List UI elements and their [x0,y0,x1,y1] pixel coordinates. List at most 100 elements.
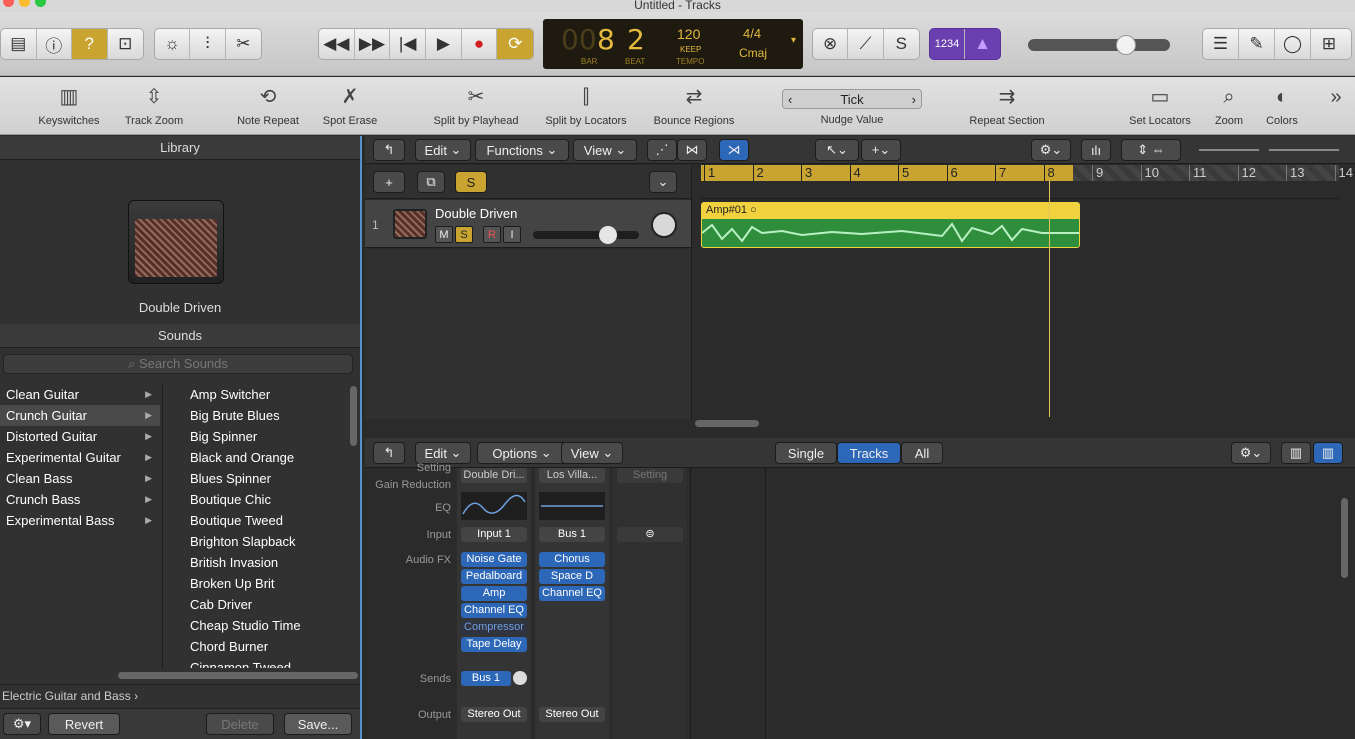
chevron-down-icon[interactable]: ▾ [791,35,796,46]
library-path[interactable]: Electric Guitar and Bass › [0,684,360,706]
tracks-tab[interactable]: Tracks [837,442,901,464]
crosshair-tool-icon[interactable]: +⌄ [861,139,901,161]
replace-icon[interactable]: ⊗ [813,29,849,59]
search-input[interactable]: ⌕ Search Sounds [3,354,353,374]
browsers-icon[interactable]: ⊞ [1311,29,1347,59]
lcd-display[interactable]: 00 8 2 BAR BEAT 120 KEEP TEMPO 4/4 Cmaj … [543,19,803,69]
repeat-section-tool[interactable]: ⇉ Repeat Section [962,83,1052,127]
fit-icon[interactable]: ⇕ ⇔ [1121,139,1181,161]
fx-slot[interactable]: Space D [539,569,605,584]
pan-knob[interactable] [651,212,677,238]
record-icon[interactable]: ● [462,29,498,59]
category-item[interactable]: Experimental Guitar ▶ [0,447,160,468]
sound-item[interactable]: British Invasion [184,552,344,573]
zoom-tool[interactable]: ⌕ Zoom [1212,83,1246,127]
single-tab[interactable]: Single [775,442,837,464]
gear-icon[interactable]: ⚙▾ [3,713,41,735]
inspector-icon[interactable]: ⓘ [37,29,72,59]
track-icon[interactable] [393,209,427,239]
set-locators-tool[interactable]: ▭ Set Locators [1124,83,1196,127]
narrow-view-icon[interactable]: ▥ [1281,442,1311,464]
keyswitches-tool[interactable]: ▥ Keyswitches [36,83,102,127]
ch1-send[interactable]: Bus 1 [461,671,511,686]
solo-icon[interactable]: S [884,29,919,59]
chevron-left-icon[interactable]: ‹ [788,92,792,107]
revert-button[interactable]: Revert [48,713,120,735]
cycle-icon[interactable]: ⟳ [497,29,533,59]
go-to-beginning-icon[interactable]: |◀ [390,29,427,59]
ch2-setting[interactable]: Los Villa... [539,468,605,483]
track-volume-slider[interactable] [533,231,639,239]
functions-menu[interactable]: Functions ⌄ [475,139,569,161]
collapse-icon[interactable]: ⌄ [649,171,677,193]
tuner-icon[interactable]: ⟋ [848,29,884,59]
fx-slot[interactable]: Channel EQ [539,586,605,601]
solo-button[interactable]: S [455,226,473,243]
sound-item[interactable]: Cinnamon Tweed [184,657,344,668]
toolbar-icon[interactable]: ⊡ [108,29,143,59]
sound-item[interactable]: Big Brute Blues [184,405,344,426]
mixer-icon[interactable]: ⫶ [190,29,226,59]
record-enable-button[interactable]: R [483,226,501,243]
split-by-locators-tool[interactable]: ⫿ Split by Locators [542,83,630,127]
save-button[interactable]: Save... [284,713,352,735]
sound-item[interactable]: Black and Orange [184,447,344,468]
chevron-right-icon[interactable]: › [912,92,916,107]
mixer-view-menu[interactable]: View ⌄ [561,442,623,464]
sound-item[interactable]: Boutique Tweed [184,510,344,531]
category-item[interactable]: Experimental Bass ▶ [0,510,160,531]
ch1-eq-display[interactable] [461,492,527,520]
note-pad-icon[interactable]: ✎ [1239,29,1275,59]
fx-slot[interactable]: Pedalboard [461,569,527,584]
back-arrow-icon[interactable]: ↰ [373,442,405,464]
mixer-edit-menu[interactable]: Edit ⌄ [415,442,471,464]
smart-controls-icon[interactable]: ☼ [155,29,191,59]
ch1-output[interactable]: Stereo Out [461,707,527,722]
split-by-playhead-tool[interactable]: ✂ Split by Playhead [430,83,522,127]
vertical-zoom-slider[interactable] [1199,144,1259,156]
play-icon[interactable]: ▶ [426,29,462,59]
list-editors-icon[interactable]: ☰ [1203,29,1239,59]
category-item[interactable]: Crunch Guitar ▶ [0,405,160,426]
automation-icon[interactable]: ⋰ [647,139,677,161]
category-item[interactable]: Clean Bass ▶ [0,468,160,489]
fx-slot[interactable]: Compressor [461,620,527,635]
fx-slot[interactable]: Tape Delay [461,637,527,652]
sound-item[interactable]: Big Spinner [184,426,344,447]
category-item[interactable]: Distorted Guitar ▶ [0,426,160,447]
sound-item[interactable]: Chord Burner [184,636,344,657]
sound-item[interactable]: Cab Driver [184,594,344,615]
horizontal-zoom-slider[interactable] [1269,144,1339,156]
edit-menu[interactable]: Edit ⌄ [415,139,471,161]
view-menu[interactable]: View ⌄ [573,139,637,161]
rewind-icon[interactable]: ◀◀ [319,29,355,59]
track-volume-knob[interactable] [599,226,617,244]
add-track-icon[interactable]: + [373,171,405,193]
delete-button[interactable]: Delete [206,713,274,735]
tracks-horizontal-scrollbar[interactable] [695,420,759,427]
ch1-setting[interactable]: Double Dri... [461,468,527,483]
ch1-input[interactable]: Input 1 [461,527,527,542]
sound-item[interactable]: Cheap Studio Time [184,615,344,636]
catch-icon[interactable]: ⋊ [719,139,749,161]
editors-icon[interactable]: ✂ [226,29,261,59]
playhead[interactable] [1049,181,1050,417]
sound-item[interactable]: Blues Spinner [184,468,344,489]
sound-item[interactable]: Amp Switcher [184,384,344,405]
pointer-tool-icon[interactable]: ↖⌄ [815,139,859,161]
fx-slot[interactable]: Amp [461,586,527,601]
all-tab[interactable]: All [901,442,943,464]
bounce-regions-tool[interactable]: ⇄ Bounce Regions [650,83,738,127]
metronome-icon[interactable]: ▲ [965,29,1000,59]
loop-browser-icon[interactable]: ◯ [1275,29,1311,59]
colors-tool[interactable]: ◐ Colors [1262,83,1302,127]
fx-slot[interactable]: Noise Gate [461,552,527,567]
ch2-eq-display[interactable] [539,492,605,520]
back-arrow-icon[interactable]: ↰ [373,139,405,161]
track-settings-gear-icon[interactable]: ⚙⌄ [1031,139,1071,161]
track-zoom-tool[interactable]: ⇳ Track Zoom [122,83,186,127]
quick-help-icon[interactable]: ? [72,29,108,59]
audio-region[interactable]: Amp#01 ○ [701,202,1080,248]
fx-slot[interactable]: Chorus [539,552,605,567]
master-volume-slider[interactable] [1028,39,1170,51]
